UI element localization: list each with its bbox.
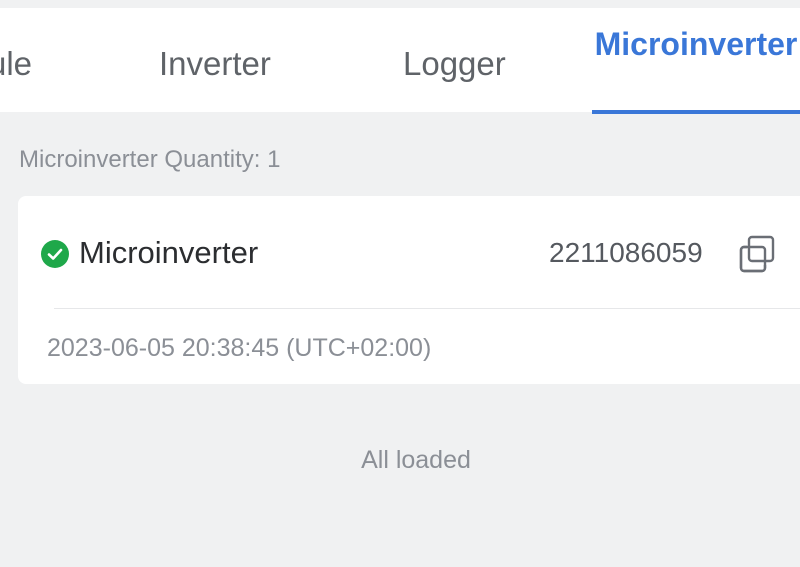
copy-icon[interactable] [738, 234, 778, 274]
device-quantity-label: Microinverter Quantity: 1 [19, 146, 281, 173]
check-circle-icon [41, 240, 69, 268]
device-serial-number: 2211086059 [549, 237, 703, 268]
card-divider [54, 308, 800, 309]
tab-module[interactable]: ule [0, 46, 32, 150]
all-loaded-text: All loaded [361, 446, 471, 474]
tab-inverter[interactable]: Inverter [159, 46, 271, 150]
device-card[interactable]: Microinverter 2211086059 2023-06-05 20:3… [18, 196, 800, 384]
top-strip [0, 0, 800, 8]
tab-bar: ule Inverter Logger Microinverter [0, 8, 800, 114]
active-tab-indicator [592, 110, 800, 114]
tab-logger[interactable]: Logger [403, 46, 506, 150]
device-timestamp: 2023-06-05 20:38:45 (UTC+02:00) [47, 334, 432, 362]
device-name: Microinverter [79, 235, 259, 270]
